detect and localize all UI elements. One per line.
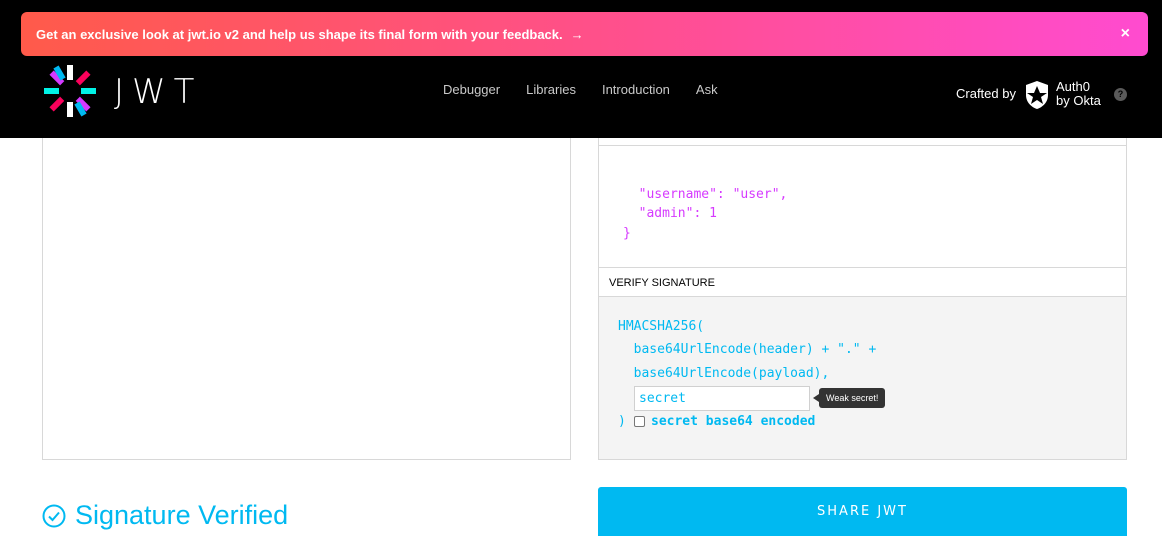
auth0-brand-line2: by Okta bbox=[1056, 93, 1101, 108]
signature-status: Signature Verified bbox=[42, 500, 288, 531]
signature-status-text: Signature Verified bbox=[75, 500, 289, 530]
decoded-panel: "username": "user", "admin": 1} VERIFY S… bbox=[598, 138, 1127, 460]
payload-line: "username": "user", bbox=[623, 186, 788, 202]
divider bbox=[599, 145, 1126, 146]
logo-wordmark[interactable]: JWT bbox=[114, 72, 202, 112]
auth0-brand-line1: Auth0 bbox=[1056, 79, 1090, 94]
secret-input[interactable] bbox=[634, 386, 810, 411]
close-icon[interactable]: × bbox=[1121, 26, 1130, 42]
main-nav: Debugger Libraries Introduction Ask bbox=[443, 82, 744, 97]
verify-signature-title: VERIFY SIGNATURE bbox=[599, 269, 1126, 297]
auth0-brand[interactable]: Auth0 by Okta bbox=[1056, 80, 1101, 108]
banner-text[interactable]: Get an exclusive look at jwt.io v2 and h… bbox=[36, 27, 563, 42]
sig-line-hmac: HMACSHA256( bbox=[618, 319, 705, 334]
payload-editor[interactable]: "username": "user", "admin": 1} bbox=[599, 138, 1126, 268]
base64-checkbox-label[interactable]: secret base64 encoded bbox=[651, 414, 815, 429]
arrow-right-icon[interactable]: → bbox=[571, 27, 584, 42]
share-jwt-button[interactable]: SHARE JWT bbox=[598, 487, 1127, 536]
sig-line-payload: base64UrlEncode(payload), bbox=[618, 366, 830, 381]
jwt-logo-icon[interactable] bbox=[42, 63, 98, 119]
weak-secret-tooltip: Weak secret! bbox=[812, 388, 886, 408]
sig-line-header: base64UrlEncode(header) + "." + bbox=[618, 342, 877, 357]
help-icon[interactable]: ? bbox=[1114, 88, 1127, 101]
sig-close-paren: ) bbox=[618, 414, 626, 429]
nav-item-libraries[interactable]: Libraries bbox=[526, 82, 576, 97]
crafted-by-label: Crafted by bbox=[956, 86, 1016, 101]
nav-item-ask[interactable]: Ask bbox=[696, 82, 718, 97]
encoded-token-panel[interactable] bbox=[42, 138, 571, 460]
check-circle-icon bbox=[42, 504, 66, 527]
payload-line: } bbox=[623, 225, 631, 241]
base64-checkbox[interactable] bbox=[634, 416, 645, 427]
payload-line: "admin": 1 bbox=[623, 206, 717, 221]
nav-item-introduction[interactable]: Introduction bbox=[602, 82, 670, 97]
payload-code[interactable]: "username": "user", "admin": 1} bbox=[623, 165, 787, 243]
nav-item-debugger[interactable]: Debugger bbox=[443, 82, 500, 97]
verify-signature-body: HMACSHA256( base64UrlEncode(header) + ".… bbox=[599, 297, 1126, 459]
auth0-shield-icon[interactable] bbox=[1024, 80, 1050, 110]
announcement-banner[interactable]: Get an exclusive look at jwt.io v2 and h… bbox=[21, 12, 1148, 56]
